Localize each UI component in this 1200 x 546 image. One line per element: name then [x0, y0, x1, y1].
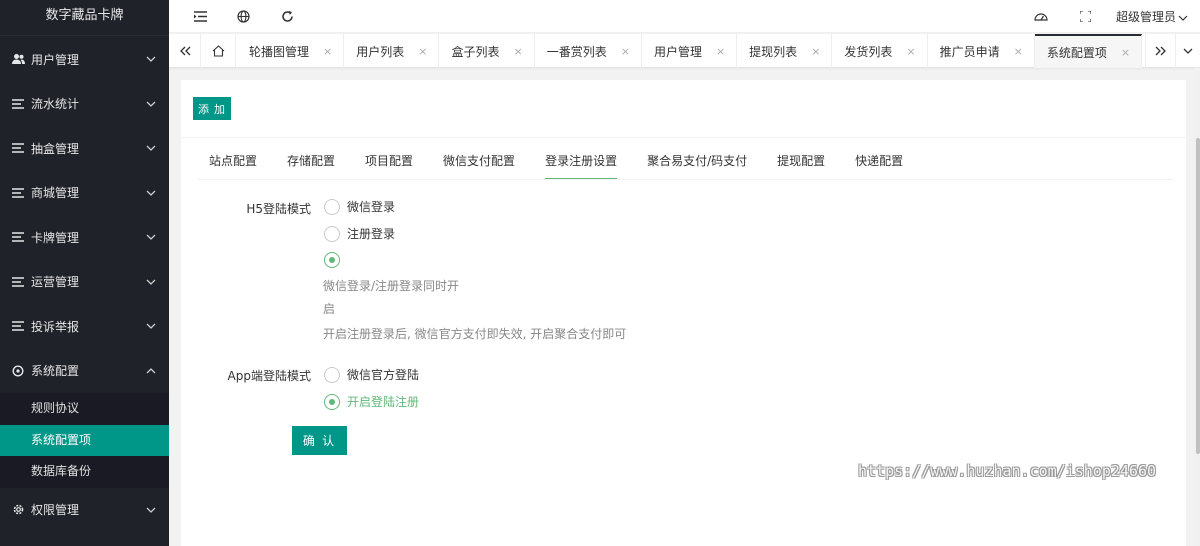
tabs-scroll-right-icon[interactable]	[1145, 34, 1175, 68]
collapse-menu-icon[interactable]	[192, 8, 208, 24]
close-icon[interactable]: ×	[1121, 46, 1130, 59]
tab-site-config[interactable]: 站点配置	[209, 148, 257, 180]
user-name: 超级管理员	[1115, 10, 1176, 24]
h5-login-mode-label: H5登陆模式	[246, 202, 311, 216]
sidebar-item-permissions[interactable]: 权限管理	[0, 488, 169, 533]
globe-icon[interactable]	[235, 8, 251, 24]
chevron-down-icon	[145, 187, 157, 199]
home-icon[interactable]	[202, 34, 236, 68]
tab-box-list[interactable]: 盒子列表 ×	[439, 34, 535, 68]
list-icon	[11, 275, 25, 289]
radio-circle-checked	[324, 393, 340, 410]
list-icon	[11, 141, 25, 155]
chevron-down-icon	[145, 320, 157, 332]
fullscreen-icon[interactable]	[1077, 8, 1093, 24]
tabs-scroll-left-icon[interactable]	[169, 34, 201, 68]
close-icon[interactable]: ×	[716, 45, 725, 58]
system-config-submenu: 规则协议 系统配置项 数据库备份	[0, 393, 169, 488]
settings-circle-icon	[11, 364, 25, 378]
list-icon	[11, 319, 25, 333]
sidebar-subitem-system-config-items[interactable]: 系统配置项	[0, 424, 169, 456]
page-scrollbar[interactable]	[1194, 68, 1200, 546]
tab-banner-manage[interactable]: 轮播图管理 ×	[237, 34, 345, 68]
chevron-up-icon	[145, 365, 157, 377]
radio-register-login[interactable]: 注册登录	[324, 225, 395, 242]
close-icon[interactable]: ×	[323, 45, 332, 58]
tab-project-config[interactable]: 项目配置	[365, 148, 413, 180]
radio-circle	[324, 366, 340, 383]
list-icon	[11, 186, 25, 200]
tab-storage-config[interactable]: 存储配置	[287, 148, 335, 180]
confirm-button[interactable]: 确 认	[292, 426, 347, 455]
gear-icon	[11, 503, 25, 517]
user-menu[interactable]: 超级管理员	[1116, 8, 1188, 25]
tab-promoter-apply[interactable]: 推广员申请 ×	[928, 34, 1035, 68]
close-icon[interactable]: ×	[418, 45, 427, 58]
close-icon[interactable]: ×	[811, 45, 820, 58]
radio-circle	[324, 198, 340, 215]
tab-user-list[interactable]: 用户列表 ×	[344, 34, 440, 68]
radio-wechat-official-login[interactable]: 微信官方登陆	[324, 366, 419, 383]
tabs-dropdown-icon[interactable]	[1175, 34, 1200, 68]
radio-wechat-login[interactable]: 微信登录	[324, 198, 395, 215]
sidebar-item-operations[interactable]: 运营管理	[0, 260, 169, 305]
watermark-text: https://www.huzhan.com/ishop24660	[858, 462, 1157, 480]
users-icon	[11, 52, 25, 66]
sidebar-item-complaints[interactable]: 投诉举报	[0, 304, 169, 349]
close-icon[interactable]: ×	[621, 45, 630, 58]
tab-list: 轮播图管理 × 用户列表 × 盒子列表 × 一番赏列表 × 用户管理 × 提现列表 × 发货…	[237, 34, 1143, 68]
radio-both-login-label[interactable]: 微信登录/注册登录同时开	[323, 277, 459, 294]
sidebar-item-system-config[interactable]: 系统配置	[0, 348, 169, 393]
list-icon	[11, 97, 25, 111]
app-login-mode-label: App端登陆模式	[227, 369, 311, 383]
close-icon[interactable]: ×	[906, 45, 915, 58]
tab-withdraw-config[interactable]: 提现配置	[777, 148, 825, 180]
chevron-down-icon	[145, 504, 157, 516]
chevron-down-icon	[145, 53, 157, 65]
app-brand: 数字藏品卡牌	[0, 0, 169, 36]
sidebar-item-users[interactable]: 用户管理	[0, 37, 169, 82]
radio-enable-login-register[interactable]: 开启登陆注册	[324, 393, 419, 410]
add-button[interactable]: 添 加	[193, 97, 231, 120]
tab-ichiban-list[interactable]: 一番赏列表 ×	[535, 34, 642, 68]
tab-withdraw-list[interactable]: 提现列表 ×	[737, 34, 833, 68]
tab-user-manage[interactable]: 用户管理 ×	[642, 34, 738, 68]
sidebar-item-cards[interactable]: 卡牌管理	[0, 215, 169, 260]
h5-login-hint: 开启注册登录后, 微信官方支付即失效, 开启聚合支付即可	[323, 327, 627, 341]
sidebar-item-mall[interactable]: 商城管理	[0, 171, 169, 216]
scrollbar-thumb[interactable]	[1196, 138, 1200, 454]
tabs-underline	[197, 179, 1173, 180]
divider	[181, 137, 1186, 138]
radio-both-login[interactable]	[324, 252, 347, 268]
radio-both-login-label-cont[interactable]: 启	[323, 300, 335, 317]
radio-circle	[324, 225, 340, 242]
tab-shipping-list[interactable]: 发货列表 ×	[832, 34, 928, 68]
chevron-down-icon	[145, 231, 157, 243]
sidebar-subitem-rules[interactable]: 规则协议	[0, 393, 169, 425]
page-tabs-bar: 轮播图管理 × 用户列表 × 盒子列表 × 一番赏列表 × 用户管理 × 提现列表 × 发货…	[169, 34, 1200, 68]
refresh-icon[interactable]	[279, 8, 295, 24]
radio-circle-checked	[324, 252, 340, 268]
top-header: 超级管理员	[169, 0, 1200, 33]
config-tabs: 站点配置 存储配置 项目配置 微信支付配置 登录注册设置 聚合易支付/码支付 提…	[209, 148, 933, 180]
sidebar: 数字藏品卡牌 用户管理 流水统计 抽盒管理 商城管理 卡牌管理 运营管理 投诉举…	[0, 0, 169, 546]
chevron-down-icon	[1178, 10, 1188, 24]
tab-wechat-pay-config[interactable]: 微信支付配置	[443, 148, 515, 180]
tab-system-config-items[interactable]: 系统配置项 ×	[1034, 34, 1143, 68]
sidebar-item-blindbox[interactable]: 抽盒管理	[0, 126, 169, 171]
tab-express-config[interactable]: 快递配置	[855, 148, 903, 180]
chevron-down-icon	[145, 276, 157, 288]
chevron-down-icon	[145, 98, 157, 110]
list-icon	[11, 230, 25, 244]
sidebar-subitem-db-backup[interactable]: 数据库备份	[0, 456, 169, 488]
chevron-down-icon	[145, 142, 157, 154]
close-icon[interactable]: ×	[1014, 45, 1023, 58]
tab-aggregate-pay[interactable]: 聚合易支付/码支付	[647, 148, 747, 180]
theme-palette-icon[interactable]	[1033, 8, 1049, 24]
sidebar-item-flow-stats[interactable]: 流水统计	[0, 82, 169, 127]
tab-login-register-settings[interactable]: 登录注册设置	[545, 148, 618, 180]
close-icon[interactable]: ×	[513, 45, 522, 58]
